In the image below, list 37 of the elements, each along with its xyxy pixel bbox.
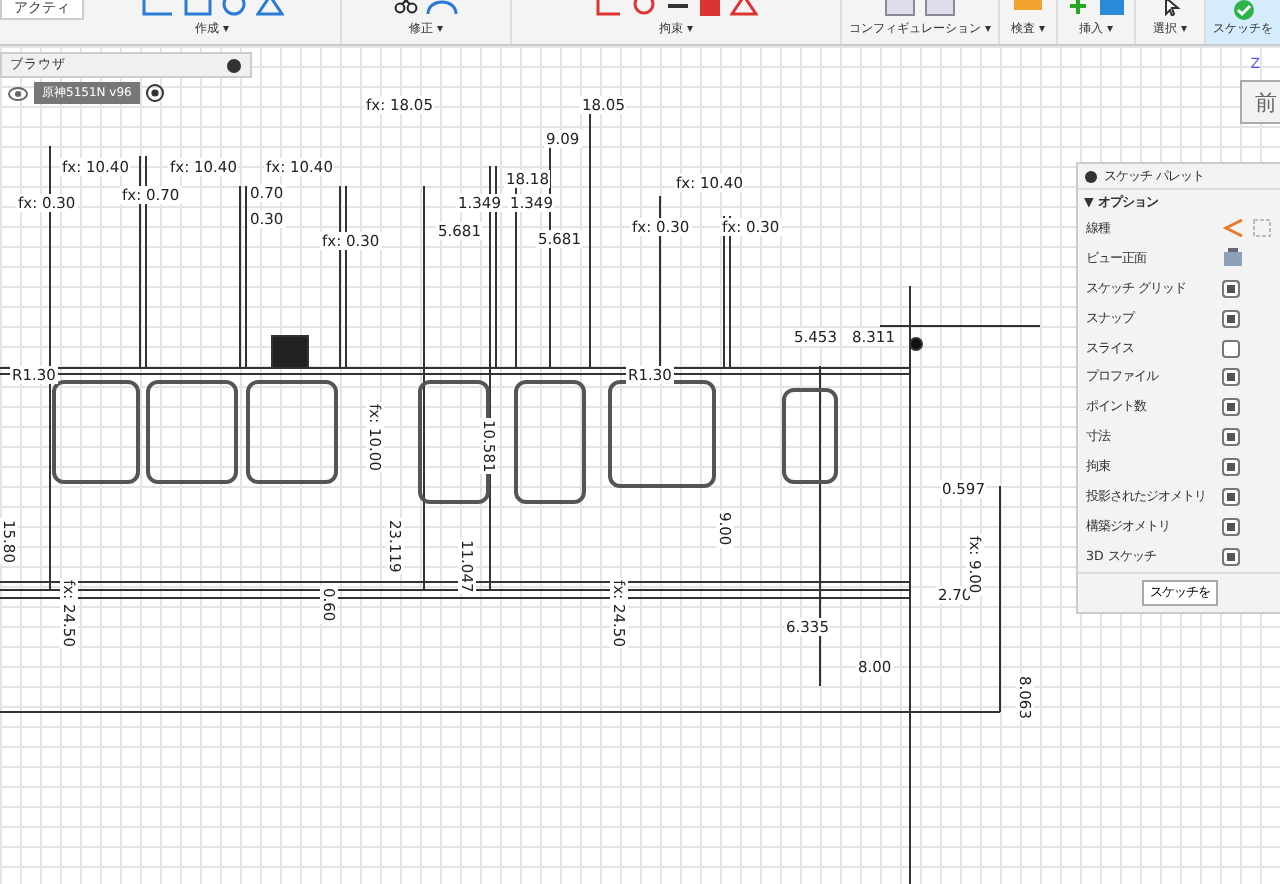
check-icon xyxy=(1231,0,1255,20)
checkbox[interactable] xyxy=(1222,339,1240,357)
rounded-slot-outline xyxy=(782,388,838,484)
rounded-slot-outline xyxy=(246,380,338,484)
pin-icon[interactable] xyxy=(1084,169,1098,183)
eye-icon[interactable] xyxy=(8,85,28,101)
checkbox[interactable] xyxy=(1222,368,1240,387)
curve-icon[interactable] xyxy=(426,0,458,16)
rounded-slot-outline xyxy=(146,380,238,484)
dense-cluster-block xyxy=(271,335,309,369)
construction-line-icon[interactable] xyxy=(1222,218,1246,239)
checkbox[interactable] xyxy=(1222,398,1240,417)
scissors-icon[interactable] xyxy=(394,0,418,16)
rounded-slot-outline xyxy=(608,380,716,488)
sketch-canvas[interactable] xyxy=(0,46,1280,884)
line-icon[interactable] xyxy=(140,0,176,16)
perpendicular-icon[interactable] xyxy=(594,0,622,16)
checkbox[interactable] xyxy=(1222,309,1240,328)
view-cube[interactable]: 前 xyxy=(1240,80,1280,124)
checkbox[interactable] xyxy=(1222,279,1240,298)
radio-icon[interactable] xyxy=(145,84,164,102)
plus-icon[interactable] xyxy=(1066,0,1090,16)
table-icon[interactable] xyxy=(924,0,956,16)
image-icon[interactable] xyxy=(1098,0,1126,16)
checkbox[interactable] xyxy=(1222,428,1240,447)
table-icon[interactable] xyxy=(884,0,916,16)
triangle-icon[interactable] xyxy=(730,0,758,16)
look-at-icon[interactable] xyxy=(1222,248,1244,269)
rounded-slot-outline xyxy=(52,380,140,484)
rounded-slot-outline xyxy=(514,380,586,504)
checkbox[interactable] xyxy=(1222,547,1240,566)
checkbox[interactable] xyxy=(1222,517,1240,536)
checkbox[interactable] xyxy=(1222,458,1240,477)
sketch-point xyxy=(909,337,923,351)
checkbox[interactable] xyxy=(1222,487,1240,506)
pin-icon[interactable] xyxy=(226,57,242,73)
triangle-icon[interactable] xyxy=(256,0,284,16)
